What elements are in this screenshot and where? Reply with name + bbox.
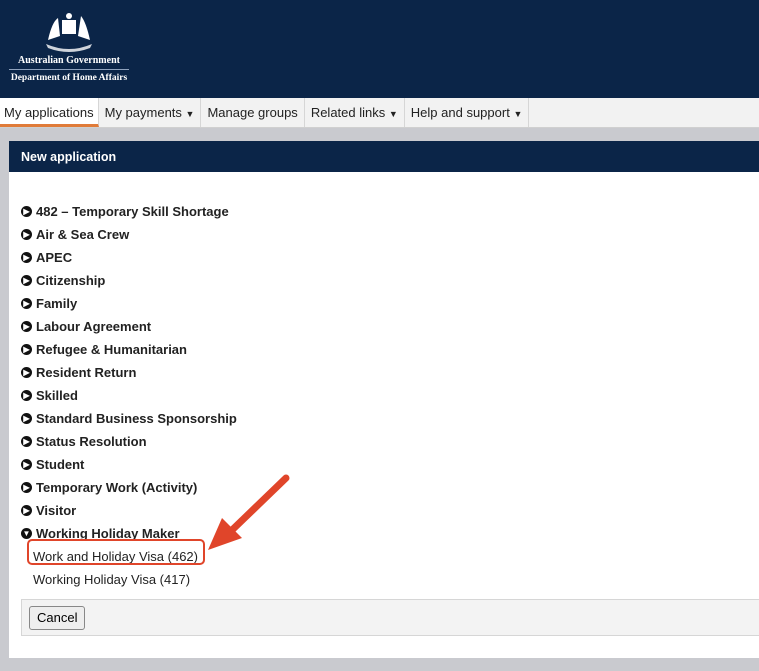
category-label: Skilled — [36, 388, 78, 403]
category-label: Air & Sea Crew — [36, 227, 130, 242]
category-item[interactable]: ▶ Status Resolution — [21, 430, 237, 453]
nav-related-links[interactable]: Related links ▼ — [305, 98, 405, 127]
category-label: APEC — [36, 250, 73, 265]
category-label: 482 – Temporary Skill Shortage — [36, 204, 229, 219]
chevron-right-circle-icon: ▶ — [21, 459, 32, 470]
category-label: Citizenship — [36, 273, 106, 288]
coat-of-arms-logo — [46, 13, 92, 52]
chevron-right-circle-icon: ▶ — [21, 390, 32, 401]
action-bar: Cancel — [21, 599, 759, 636]
category-label: Status Resolution — [36, 434, 147, 449]
category-label: Labour Agreement — [36, 319, 152, 334]
category-item[interactable]: ▶ Resident Return — [21, 361, 237, 384]
chevron-right-circle-icon: ▶ — [21, 206, 32, 217]
category-item[interactable]: ▶ 482 – Temporary Skill Shortage — [21, 200, 237, 223]
nav-label: Help and support — [410, 105, 510, 120]
chevron-right-circle-icon: ▶ — [21, 229, 32, 240]
category-item[interactable]: ▶ Skilled — [21, 384, 237, 407]
chevron-right-circle-icon: ▶ — [21, 367, 32, 378]
site-header: Australian Government Department of Home… — [0, 0, 759, 98]
category-item[interactable]: ▶ Air & Sea Crew — [21, 223, 237, 246]
nav-label: Manage groups — [207, 105, 298, 120]
nav-my-applications[interactable]: My applications — [0, 98, 99, 127]
caret-down-icon: ▼ — [513, 109, 523, 119]
chevron-right-circle-icon: ▶ — [21, 344, 32, 355]
category-item[interactable]: ▶ Labour Agreement — [21, 315, 237, 338]
visa-option[interactable]: Working Holiday Visa (417) — [21, 568, 237, 591]
chevron-right-circle-icon: ▶ — [21, 436, 32, 447]
category-item[interactable]: ▶ Standard Business Sponsorship — [21, 407, 237, 430]
chevron-down-circle-icon: ▼ — [21, 528, 32, 539]
category-label: Family — [36, 296, 78, 311]
panel-title: New application — [9, 141, 759, 172]
nav-label: My payments — [104, 105, 182, 120]
chevron-right-circle-icon: ▶ — [21, 252, 32, 263]
chevron-right-circle-icon: ▶ — [21, 298, 32, 309]
category-label: Temporary Work (Activity) — [36, 480, 198, 495]
category-label: Visitor — [36, 503, 77, 518]
chevron-right-circle-icon: ▶ — [21, 413, 32, 424]
nav-label: My applications — [4, 105, 94, 120]
chevron-right-circle-icon: ▶ — [21, 482, 32, 493]
chevron-right-circle-icon: ▶ — [21, 321, 32, 332]
caret-down-icon: ▼ — [388, 109, 398, 119]
nav-label: Related links — [310, 105, 386, 120]
nav-my-payments[interactable]: My payments ▼ — [99, 98, 202, 127]
category-item[interactable]: ▶ Refugee & Humanitarian — [21, 338, 237, 361]
caret-down-icon: ▼ — [185, 109, 195, 119]
gov-name: Australian Government — [9, 55, 129, 70]
nav-help-support[interactable]: Help and support ▼ — [405, 98, 530, 127]
category-label: Resident Return — [36, 365, 137, 380]
category-item[interactable]: ▶ Citizenship — [21, 269, 237, 292]
category-label: Refugee & Humanitarian — [36, 342, 187, 357]
chevron-right-circle-icon: ▶ — [21, 505, 32, 516]
cancel-button[interactable]: Cancel — [29, 606, 86, 630]
category-item[interactable]: ▶ APEC — [21, 246, 237, 269]
highlight-annotation — [27, 539, 205, 565]
category-item[interactable]: ▶ Family — [21, 292, 237, 315]
new-application-panel: New application ▶ 482 – Temporary Skill S… — [9, 141, 759, 658]
chevron-right-circle-icon: ▶ — [21, 275, 32, 286]
dept-name: Department of Home Affairs — [10, 73, 128, 83]
category-label: Standard Business Sponsorship — [36, 411, 237, 426]
category-label: Student — [36, 457, 85, 472]
arrow-annotation-icon — [208, 474, 290, 550]
nav-manage-groups[interactable]: Manage groups — [201, 98, 305, 127]
main-nav: My applications My payments ▼ Manage gro… — [0, 98, 759, 128]
